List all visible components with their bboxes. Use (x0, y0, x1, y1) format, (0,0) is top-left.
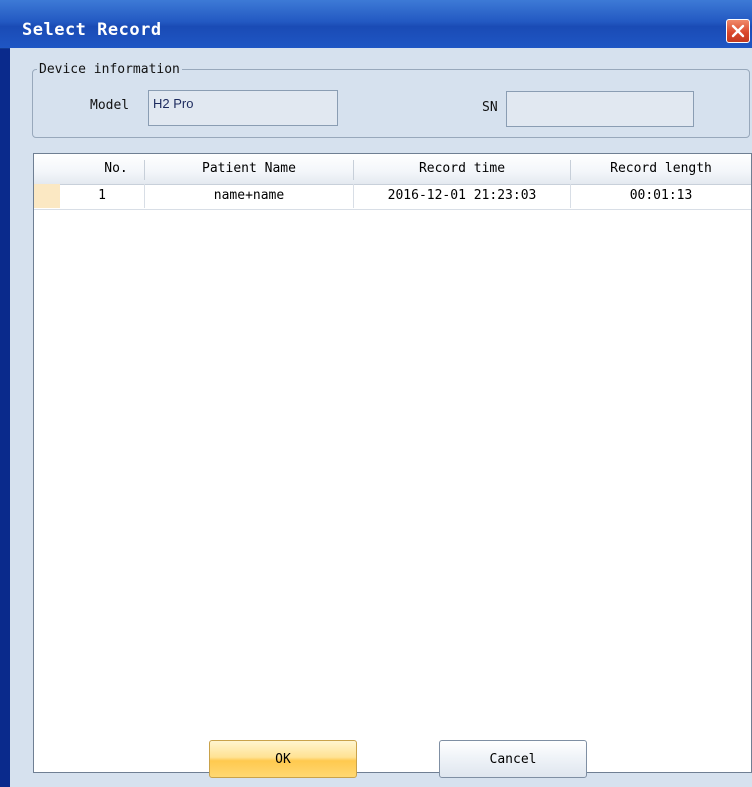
table-row[interactable]: 1 name+name 2016-12-01 21:23:03 00:01:13 (34, 184, 751, 210)
ok-button[interactable]: OK (209, 740, 357, 778)
title-bar[interactable]: Select Record (0, 0, 752, 49)
column-header-record-time[interactable]: Record time (354, 154, 570, 184)
sn-field[interactable] (506, 91, 694, 127)
window-title: Select Record (22, 20, 162, 40)
dialog-body: Device information Model H2 Pro SN No. P… (10, 48, 752, 787)
cell-record-time: 2016-12-01 21:23:03 (387, 188, 537, 203)
cell-no: 1 (98, 188, 106, 203)
row-indicator (34, 184, 60, 208)
device-information-legend: Device information (39, 62, 180, 77)
close-icon (731, 24, 745, 38)
column-header-record-length[interactable]: Record length (571, 154, 751, 184)
sn-label: SN (482, 100, 498, 115)
cancel-button[interactable]: Cancel (439, 740, 587, 778)
model-field[interactable]: H2 Pro (148, 90, 338, 126)
model-label: Model (90, 98, 130, 113)
select-record-dialog: Select Record Device information Model H… (0, 0, 752, 787)
cell-record-length: 00:01:13 (629, 188, 693, 203)
record-table: No. Patient Name Record time Record leng… (33, 153, 752, 773)
close-button[interactable] (726, 19, 750, 43)
table-header: No. Patient Name Record time Record leng… (34, 154, 751, 185)
cell-patient-name: name+name (213, 188, 285, 203)
column-header-patient-name[interactable]: Patient Name (145, 154, 353, 184)
